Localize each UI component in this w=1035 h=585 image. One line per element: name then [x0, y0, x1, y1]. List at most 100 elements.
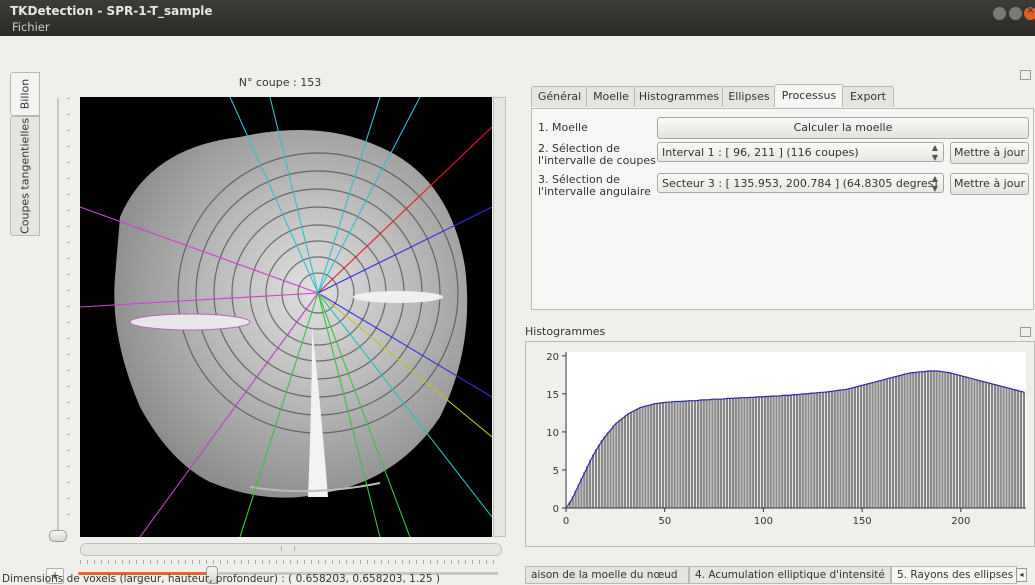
histogram-bar: [702, 399, 705, 509]
tab-elliptic-accumulation[interactable]: 4. Acumulation elliptique d'intensité: [689, 566, 891, 584]
window-title: TKDetection - SPR-1-T_sample: [10, 4, 213, 18]
x-tick-label: 100: [754, 516, 773, 527]
histogram-bar: [912, 372, 915, 509]
histogram-bar: [650, 404, 653, 509]
histogram-bar: [775, 395, 778, 509]
histogram-bar: [996, 385, 999, 509]
spin-arrows-icon: ▲ ▼: [931, 174, 938, 193]
side-tab-label: Billon: [18, 78, 32, 110]
tab-moelle[interactable]: Moelle: [586, 86, 636, 107]
histogram-bar: [859, 385, 862, 509]
histogram-bar: [848, 388, 851, 509]
step1-label: 1. Moelle: [538, 121, 588, 134]
dock-float-icon[interactable]: [1020, 70, 1031, 80]
tab-processus[interactable]: Processus: [774, 84, 844, 107]
histogram-bar: [679, 401, 682, 509]
tab-export[interactable]: Export: [842, 86, 894, 107]
histogram-bar: [1022, 392, 1025, 509]
histogram-bar: [758, 396, 761, 509]
tab-ellipses[interactable]: Ellipses: [722, 86, 776, 107]
slice-interval-select[interactable]: Interval 1 : [ 96, 211 ] (116 coupes) ▲ ▼: [657, 142, 944, 162]
menu-fichier[interactable]: Fichier: [12, 20, 50, 34]
viewer-horizontal-scrollbar[interactable]: [80, 543, 502, 556]
compute-pith-button[interactable]: Calculer la moelle: [657, 117, 1029, 139]
angular-sector-value: Secteur 3 : [ 135.953, 200.784 ] (64.830…: [662, 177, 938, 190]
slider-handle[interactable]: [49, 530, 67, 542]
histogram-bar: [763, 396, 766, 509]
close-button[interactable]: ×: [1024, 5, 1035, 20]
histogram-bar: [653, 403, 656, 509]
title-bar: TKDetection - SPR-1-T_sample Fichier ×: [0, 0, 1035, 36]
histogram-bar: [656, 403, 659, 509]
step2-label-line2: l'intervalle de coupes: [538, 154, 656, 167]
tab-ellipse-radii[interactable]: 5. Rayons des ellipses: [891, 566, 1017, 584]
processus-panel: 1. Moelle Calculer la moelle 2. Sélectio…: [531, 108, 1034, 310]
viewer-vertical-scrollbar[interactable]: [493, 97, 506, 537]
histogram-bar: [1020, 391, 1023, 509]
vertical-slider[interactable]: [49, 98, 70, 542]
histogram-bar: [970, 378, 973, 509]
tab-pith-knot-comparison[interactable]: aison de la moelle du nœud: [525, 566, 689, 584]
y-tick-label: 0: [553, 504, 559, 515]
histogram-bar: [836, 390, 839, 509]
update-interval-button[interactable]: Mettre à jour: [950, 142, 1029, 164]
histogram-bar: [932, 370, 935, 509]
histogram-bar: [746, 397, 749, 509]
histogram-bar: [1014, 389, 1017, 509]
histogram-dock-title: Histogrammes: [525, 325, 606, 338]
histogram-bar: [691, 400, 694, 509]
tab-scroll-left-icon[interactable]: ◂: [1016, 568, 1027, 582]
histogram-bar: [798, 394, 801, 509]
histogram-bar: [772, 395, 775, 509]
minimize-button[interactable]: [993, 7, 1006, 20]
histogram-bar: [909, 372, 912, 509]
histogram-bar: [880, 380, 883, 509]
histogram-bar: [810, 392, 813, 509]
histogram-bar: [629, 411, 632, 509]
y-tick-label: 10: [546, 428, 559, 439]
histogram-bar: [804, 393, 807, 509]
histogram-bar: [967, 377, 970, 509]
histogram-bar: [769, 395, 772, 509]
histogram-bar: [961, 376, 964, 509]
side-tab-coupes[interactable]: Coupes tangentielles: [10, 116, 40, 236]
histogram-bar: [676, 401, 679, 509]
histogram-bar: [609, 429, 612, 509]
dock-float-icon[interactable]: [1020, 327, 1031, 337]
update-sector-button[interactable]: Mettre à jour: [950, 173, 1029, 195]
histogram-bar: [973, 379, 976, 509]
histogram-bar: [816, 392, 819, 509]
slice-image: [79, 96, 493, 538]
histogram-bar: [874, 381, 877, 509]
slice-viewer[interactable]: [79, 96, 493, 538]
histogram-bar: [801, 393, 804, 509]
histogram-bar: [621, 418, 624, 509]
histogram-bar: [673, 401, 676, 509]
histogram-bar: [624, 415, 627, 509]
histogram-bar: [839, 389, 842, 509]
histogram-bar: [976, 380, 979, 509]
x-tick-label: 50: [658, 516, 671, 527]
histogram-bar: [964, 376, 967, 509]
histogram-bar: [638, 407, 641, 509]
side-tab-billon[interactable]: Billon: [10, 72, 40, 116]
histogram-bar: [915, 372, 918, 509]
tab-general[interactable]: Général: [531, 86, 588, 107]
histogram-bar: [827, 391, 830, 509]
histogram-bar: [586, 465, 589, 509]
histogram-bar: [795, 394, 798, 509]
histogram-bar: [659, 402, 662, 509]
histogram-bar: [749, 397, 752, 509]
slice-number-label: N° coupe : 153: [238, 76, 322, 89]
tab-histogrammes[interactable]: Histogrammes: [634, 86, 724, 107]
histogram-bar: [740, 397, 743, 509]
histogram-bar: [819, 392, 822, 509]
histogram-bar: [845, 389, 848, 509]
maximize-button[interactable]: [1009, 7, 1022, 20]
histogram-bar: [641, 406, 644, 509]
angular-sector-select[interactable]: Secteur 3 : [ 135.953, 200.784 ] (64.830…: [657, 173, 944, 193]
slider-track: [57, 98, 59, 530]
histogram-bar: [632, 410, 635, 509]
histogram-bar: [886, 378, 889, 509]
histogram-bar: [871, 382, 874, 509]
